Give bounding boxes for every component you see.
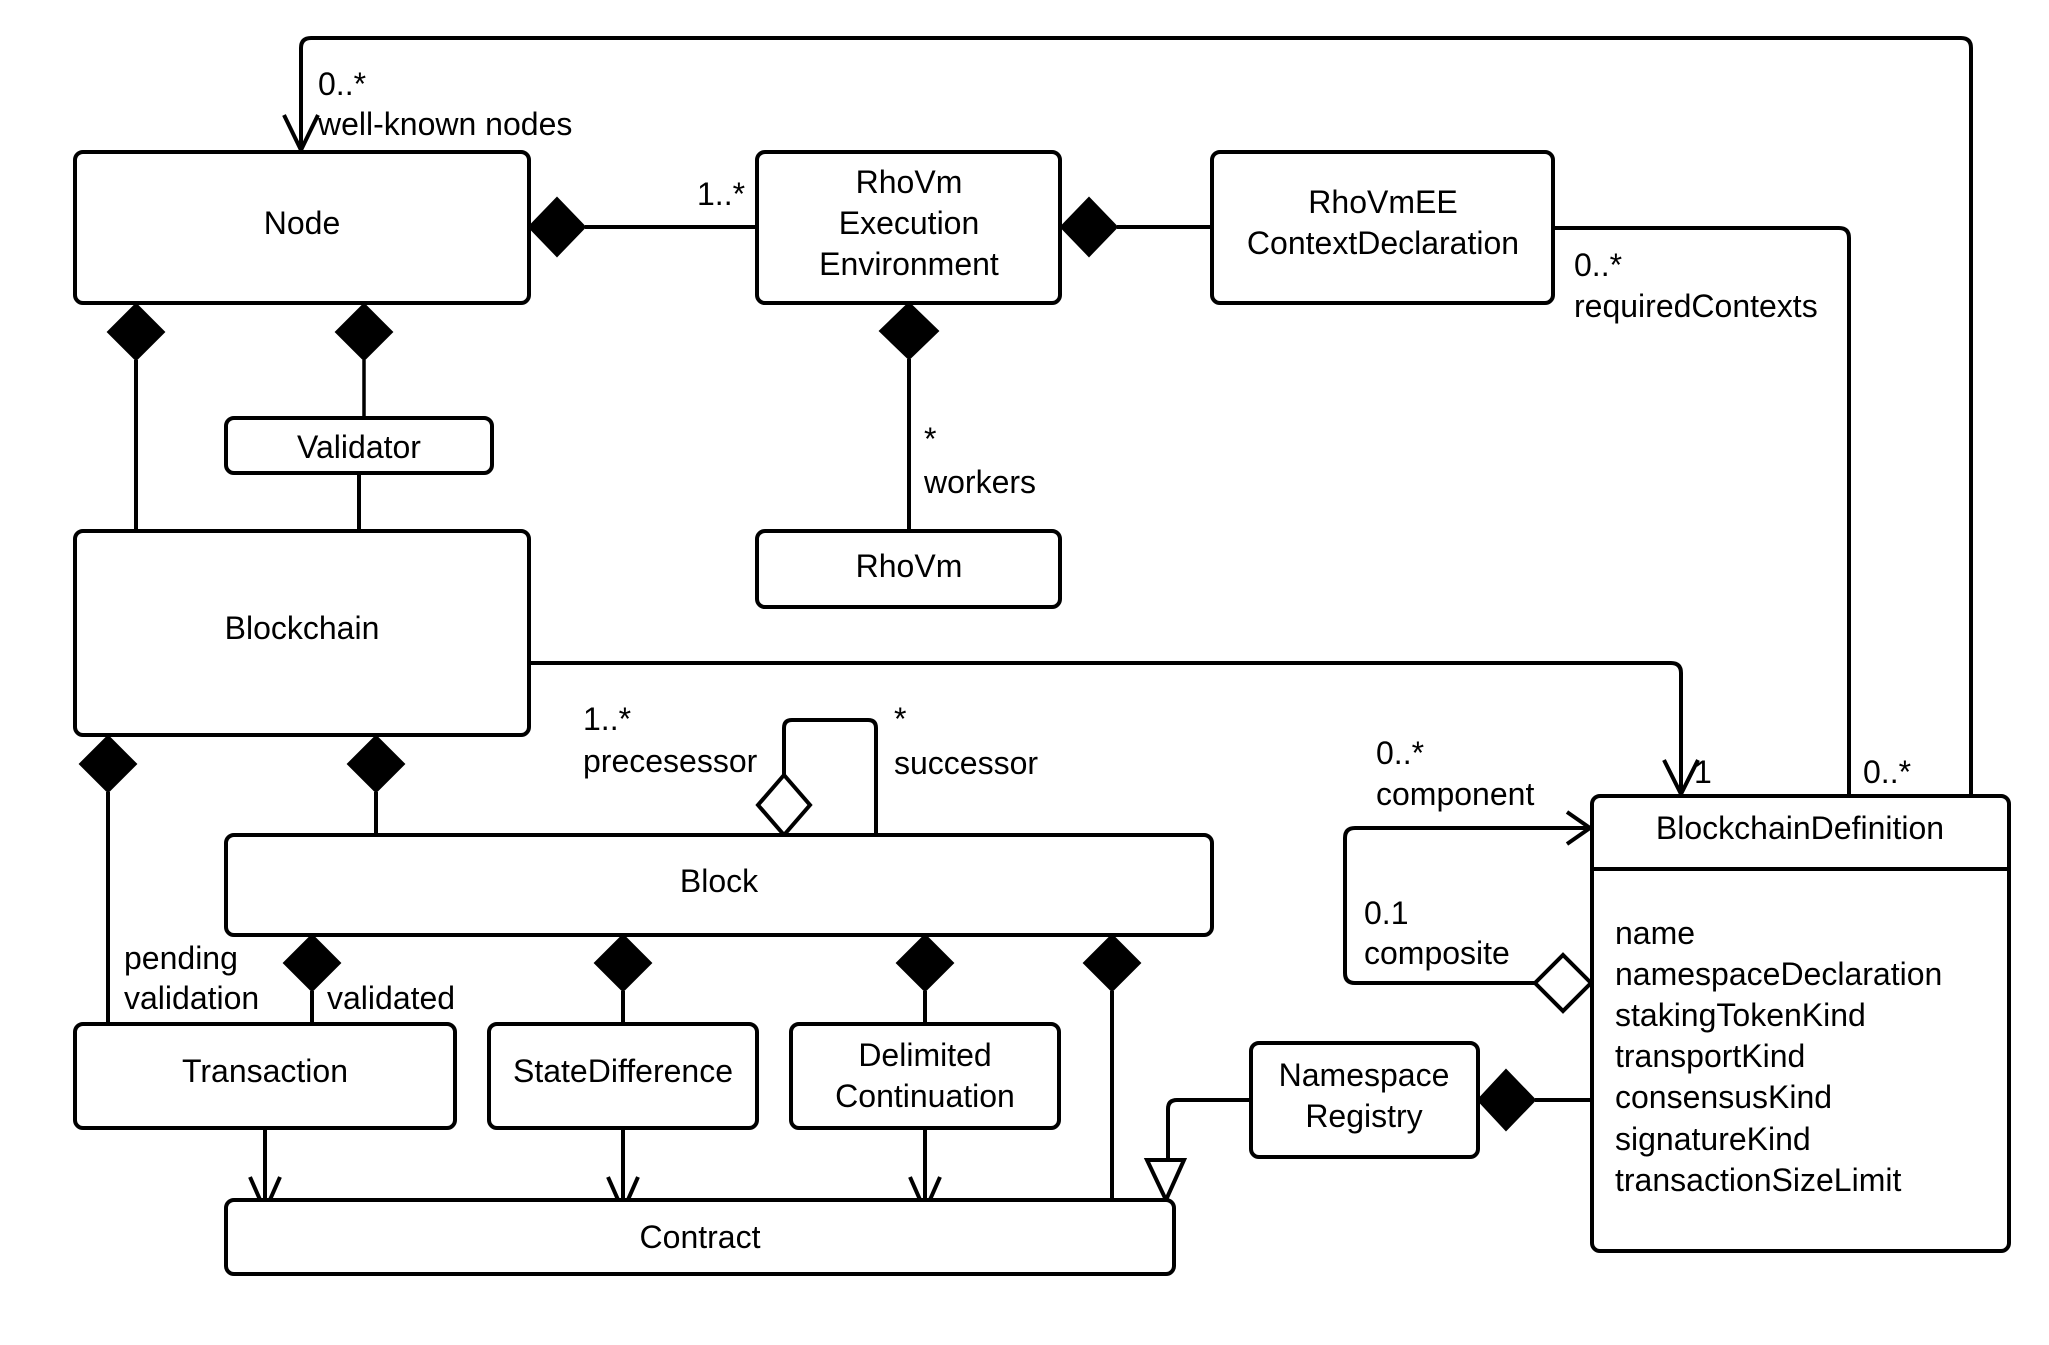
composite-aggregation-diamond [1532,952,1594,1014]
attribute-transaction-size-limit: transactionSizeLimit [1615,1162,1901,1198]
attribute-namespace-declaration: namespaceDeclaration [1615,956,1942,992]
class-contract[interactable]: Contract [224,1198,1176,1276]
rhovm-ee-label-line3: Environment [819,246,999,282]
wellknown-multiplicity: 0..* [318,66,366,102]
delimited-label-line1: Delimited [858,1037,991,1073]
composite-role: composite [1364,935,1510,971]
pending-validation-diamond [78,734,138,794]
attribute-staking-token-kind: stakingTokenKind [1615,997,1866,1033]
workers-role: workers [923,464,1036,500]
composite-multiplicity: 0.1 [1364,895,1408,931]
pending-label-line2: validation [124,980,259,1016]
class-validator[interactable]: Validator [224,416,494,475]
blockchain-label: Blockchain [225,610,380,646]
delimited-label-line2: Continuation [835,1078,1015,1114]
predecessor-aggregation-diamond [755,771,813,839]
node-blockchain-diamond [106,302,166,362]
blockchain-block-diamond [346,734,406,794]
class-delimited-continuation[interactable]: Delimited Continuation [789,1022,1061,1130]
uml-class-diagram: Node RhoVm Execution Environment RhoVmEE… [73,36,2011,1276]
pending-label-line1: pending [124,940,238,976]
class-state-difference[interactable]: StateDifference [487,1022,759,1130]
block-label: Block [680,863,759,899]
rhovm-label: RhoVm [856,548,963,584]
state-difference-label: StateDifference [513,1053,733,1089]
class-block[interactable]: Block [224,833,1214,937]
validator-label: Validator [297,429,421,465]
namespace-generalization-line [1166,1098,1251,1160]
class-blockchain-definition[interactable]: BlockchainDefinition name namespaceDecla… [1590,794,2011,1253]
predecessor-role: precesessor [583,743,758,779]
attribute-transport-kind: transportKind [1615,1038,1805,1074]
component-role: component [1376,776,1534,812]
namespace-label-line1: Namespace [1279,1057,1450,1093]
block-contract-diamond [1082,933,1142,993]
workers-multiplicity: * [924,421,936,457]
validated-label: validated [327,980,455,1016]
component-multiplicity: 0..* [1376,735,1424,771]
block-statediff-diamond [593,933,653,993]
attribute-consensus-kind: consensusKind [1615,1079,1832,1115]
transaction-label: Transaction [182,1053,348,1089]
generalization-triangle [1143,1158,1188,1205]
wellknown-nodes-association [299,36,1973,796]
contract-label: Contract [640,1219,761,1255]
attribute-signature-kind: signatureKind [1615,1121,1811,1157]
successor-multiplicity: * [894,701,906,737]
ee-workers-diamond [878,301,940,361]
block-delimited-diamond [895,933,955,993]
class-blockchain[interactable]: Blockchain [73,529,531,737]
class-namespace-registry[interactable]: Namespace Registry [1249,1041,1480,1159]
class-transaction[interactable]: Transaction [73,1022,457,1130]
attribute-name: name [1615,915,1695,951]
class-node[interactable]: Node [73,150,531,305]
context-decl-label-line2: ContextDeclaration [1247,225,1519,261]
rhovm-ee-label-line2: Execution [839,205,980,241]
namespace-label-line2: Registry [1305,1098,1422,1134]
bcdef-one-multiplicity: 1 [1694,754,1712,790]
successor-role: successor [894,745,1038,781]
node-ee-composition-diamond [527,196,587,258]
node-validator-diamond [334,302,394,362]
bcdef-namespace-diamond [1476,1068,1537,1132]
class-rhovm[interactable]: RhoVm [755,529,1062,609]
blockchain-definition-label: BlockchainDefinition [1656,810,1944,846]
class-rhovmee-context-declaration[interactable]: RhoVmEE ContextDeclaration [1210,150,1555,305]
rhovm-ee-label-line1: RhoVm [856,164,963,200]
ee-context-composition-diamond [1059,196,1119,258]
context-decl-label-line1: RhoVmEE [1308,184,1457,220]
node-ee-multiplicity: 1..* [697,176,745,212]
wellknown-role: well-known nodes [317,106,572,142]
class-node-label: Node [264,205,341,241]
required-contexts-role: requiredContexts [1574,288,1818,324]
required-contexts-multiplicity: 0..* [1574,247,1622,283]
predecessor-multiplicity: 1..* [583,701,631,737]
bcdef-many-multiplicity: 0..* [1863,754,1911,790]
class-rhovm-execution-environment[interactable]: RhoVm Execution Environment [755,150,1062,305]
